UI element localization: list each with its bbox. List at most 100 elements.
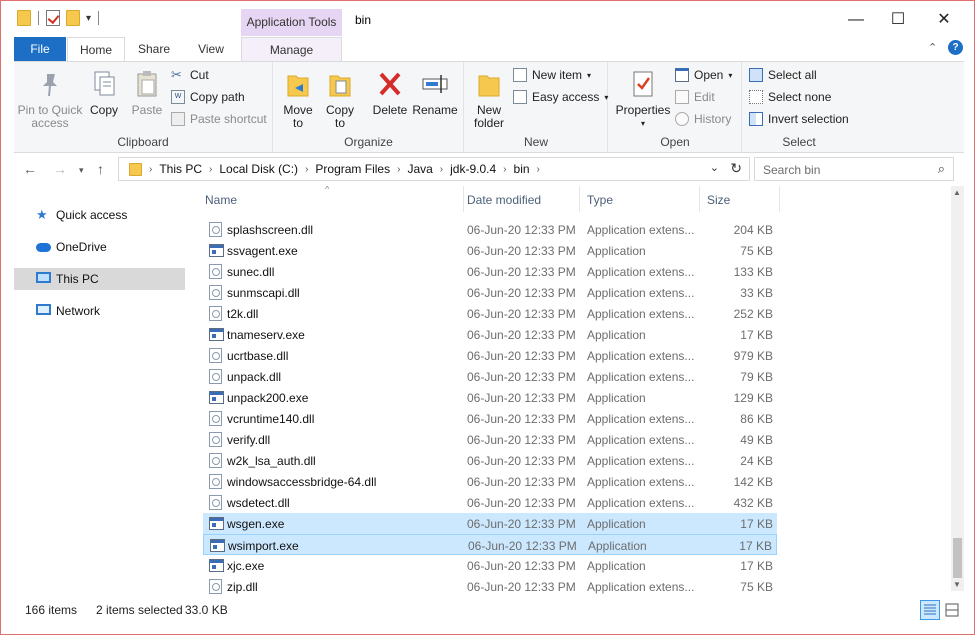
maximize-button[interactable]: ☐ — [875, 7, 921, 33]
tab-home[interactable]: Home — [67, 37, 125, 62]
table-row[interactable]: unpack.dll 06-Jun-20 12:33 PM Application … — [203, 366, 777, 387]
large-icons-view-button[interactable] — [942, 600, 962, 620]
copy-button[interactable]: Copy — [86, 68, 122, 117]
easy-access-button[interactable]: Easy access ▾ — [513, 90, 608, 104]
properties-icon[interactable] — [46, 10, 60, 26]
nav-item-this-pc[interactable]: This PC — [14, 268, 185, 290]
scrollbar-thumb[interactable] — [953, 538, 962, 578]
table-row[interactable]: zip.dll 06-Jun-20 12:33 PM Application ext… — [203, 576, 777, 596]
dll-file-icon — [209, 348, 222, 363]
new-folder-icon[interactable] — [66, 10, 80, 26]
table-row[interactable]: vcruntime140.dll 06-Jun-20 12:33 PM Applic… — [203, 408, 777, 429]
pin-label: Pin to Quick access — [17, 103, 83, 130]
pin-quick-access-button[interactable]: Pin to Quick access — [16, 68, 84, 130]
easy-access-icon — [513, 90, 527, 104]
table-row[interactable]: ucrtbase.dll 06-Jun-20 12:33 PM Applicatio… — [203, 345, 777, 366]
copy-to-button[interactable]: Copy to — [322, 68, 358, 130]
address-dropdown-icon[interactable]: ⌄ — [710, 161, 719, 174]
breadcrumb-this-pc[interactable]: This PC — [159, 162, 202, 176]
table-row[interactable]: ssvagent.exe 06-Jun-20 12:33 PM Applicatio… — [203, 240, 777, 261]
tab-view[interactable]: View — [187, 37, 235, 61]
customize-qat-icon[interactable]: ▾ — [86, 13, 91, 24]
refresh-icon[interactable]: ↻ — [730, 160, 742, 177]
folder-icon — [17, 10, 31, 26]
back-button[interactable]: ← — [23, 161, 37, 177]
select-all-label: Select all — [768, 68, 817, 82]
nav-item-onedrive[interactable]: OneDrive — [14, 236, 185, 258]
scroll-down-icon[interactable]: ▼ — [953, 580, 961, 589]
table-row[interactable]: w2k_lsa_auth.dll 06-Jun-20 12:33 PM Applic… — [203, 450, 777, 471]
close-button[interactable]: ✕ — [921, 7, 967, 33]
tab-file[interactable]: File — [14, 37, 66, 61]
table-row[interactable]: unpack200.exe 06-Jun-20 12:33 PM Applicati… — [203, 387, 777, 408]
select-none-button[interactable]: Select none — [749, 90, 831, 104]
table-row[interactable]: wsimport.exe 06-Jun-20 12:33 PM Applicatio… — [203, 534, 777, 555]
select-all-button[interactable]: Select all — [749, 68, 817, 82]
minimize-button[interactable]: — — [833, 7, 879, 33]
nav-item-network[interactable]: Network — [14, 300, 185, 322]
paste-button[interactable]: Paste — [128, 68, 166, 117]
table-row[interactable]: wsdetect.dll 06-Jun-20 12:33 PM Applicatio… — [203, 492, 777, 513]
table-row[interactable]: splashscreen.dll 06-Jun-20 12:33 PM Applic… — [203, 219, 777, 240]
column-divider[interactable] — [779, 186, 780, 212]
organize-group: Move to Copy to Delete Rename Organize — [274, 62, 464, 152]
table-row[interactable]: tnameserv.exe 06-Jun-20 12:33 PM Applicati… — [203, 324, 777, 345]
paste-label: Paste — [131, 103, 163, 117]
invert-selection-button[interactable]: Invert selection — [749, 112, 849, 126]
move-to-button[interactable]: Move to — [280, 68, 316, 130]
help-icon[interactable]: ? — [948, 40, 963, 55]
copy-path-button[interactable]: W Copy path — [171, 90, 245, 104]
rename-button[interactable]: Rename — [412, 68, 458, 117]
scroll-up-icon[interactable]: ▲ — [953, 188, 961, 197]
breadcrumb-separator-icon[interactable]: › — [503, 164, 506, 175]
table-row[interactable]: sunec.dll 06-Jun-20 12:33 PM Application e… — [203, 261, 777, 282]
breadcrumb-separator-icon[interactable]: › — [305, 164, 308, 175]
column-type[interactable]: Type — [587, 193, 613, 207]
properties-button[interactable]: Properties ▾ — [613, 68, 673, 130]
breadcrumb-local-disk[interactable]: Local Disk (C:) — [219, 162, 298, 176]
breadcrumb-separator-icon[interactable]: › — [149, 164, 152, 175]
history-button[interactable]: History — [675, 112, 731, 126]
nav-item-quick-access[interactable]: ★ Quick access — [14, 204, 185, 226]
file-name: splashscreen.dll — [227, 223, 314, 237]
table-row[interactable]: windowsaccessbridge-64.dll 06-Jun-20 12:3… — [203, 471, 777, 492]
open-button[interactable]: Open ▾ — [675, 68, 732, 82]
paste-icon — [137, 71, 157, 97]
forward-button[interactable]: → — [53, 161, 67, 177]
table-row[interactable]: t2k.dll 06-Jun-20 12:33 PM Application ext… — [203, 303, 777, 324]
breadcrumb-separator-icon[interactable]: › — [397, 164, 400, 175]
new-item-button[interactable]: New item ▾ — [513, 68, 591, 82]
table-row[interactable]: verify.dll 06-Jun-20 12:33 PM Application … — [203, 429, 777, 450]
tab-share[interactable]: Share — [129, 37, 179, 61]
recent-locations-icon[interactable]: ▾ — [79, 165, 84, 176]
file-name: sunec.dll — [227, 265, 275, 279]
column-date-modified[interactable]: Date modified — [467, 193, 541, 207]
delete-button[interactable]: Delete — [370, 68, 410, 117]
breadcrumb-jdk[interactable]: jdk-9.0.4 — [450, 162, 496, 176]
up-button[interactable]: ↑ — [97, 161, 104, 177]
table-row[interactable]: wsgen.exe 06-Jun-20 12:33 PM Application 17… — [203, 513, 777, 534]
breadcrumb-bin[interactable]: bin — [514, 162, 530, 176]
selected-size: 33.0 KB — [185, 603, 228, 617]
breadcrumb-separator-icon[interactable]: › — [440, 164, 443, 175]
address-bar[interactable]: › This PC › Local Disk (C:) › Program Fi… — [118, 157, 750, 181]
tab-manage[interactable]: Manage — [241, 37, 342, 61]
breadcrumb-separator-icon[interactable]: › — [537, 164, 540, 175]
cut-button[interactable]: ✂ Cut — [171, 68, 209, 83]
table-row[interactable]: xjc.exe 06-Jun-20 12:33 PM Application 17 K… — [203, 555, 777, 576]
dropdown-arrow-icon: ▾ — [640, 119, 645, 128]
column-size[interactable]: Size — [707, 193, 730, 207]
search-input[interactable]: Search bin ⌕ — [754, 157, 954, 181]
details-view-button[interactable] — [920, 600, 940, 620]
new-folder-button[interactable]: New folder — [471, 68, 507, 130]
vertical-scrollbar[interactable]: ▲ ▼ — [951, 186, 964, 591]
table-row[interactable]: sunmscapi.dll 06-Jun-20 12:33 PM Applicati… — [203, 282, 777, 303]
column-name[interactable]: Name — [205, 193, 237, 207]
paste-shortcut-button[interactable]: Paste shortcut — [171, 112, 267, 126]
breadcrumb-program-files[interactable]: Program Files — [315, 162, 390, 176]
collapse-ribbon-icon[interactable]: ⌃ — [928, 41, 937, 54]
edit-button[interactable]: Edit — [675, 90, 715, 104]
breadcrumb-java[interactable]: Java — [407, 162, 432, 176]
breadcrumb-separator-icon[interactable]: › — [209, 164, 212, 175]
dll-file-icon — [209, 264, 222, 279]
